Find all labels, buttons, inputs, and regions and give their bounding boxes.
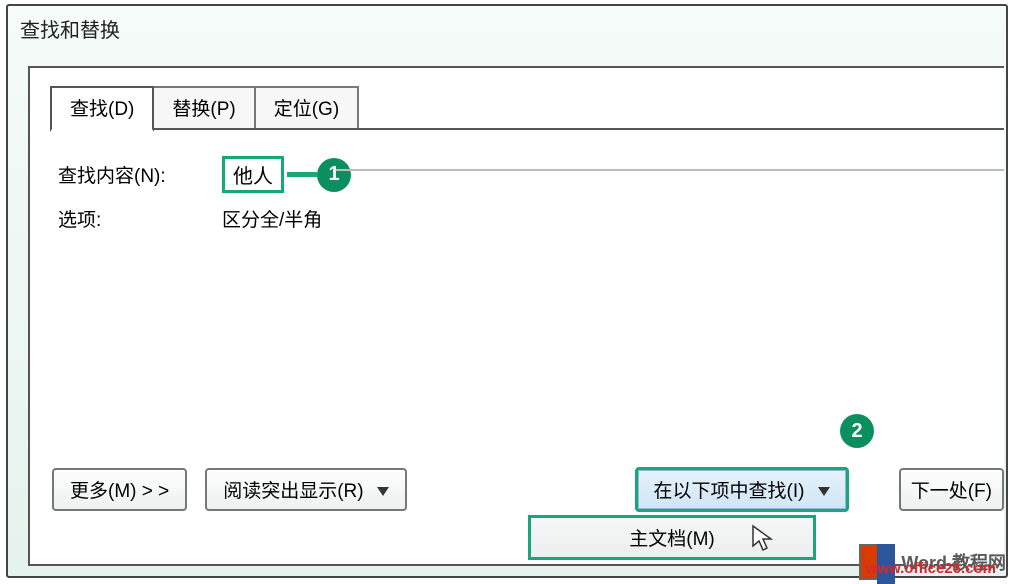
callout-2: 2 — [840, 414, 874, 448]
watermark: Word 教程网 www.office26.com — [859, 544, 1006, 580]
tab-underline — [50, 128, 1004, 130]
input-underline — [336, 169, 1004, 171]
tab-find[interactable]: 查找(D) — [50, 86, 154, 132]
watermark-line2: www.office26.com — [866, 560, 996, 577]
titlebar: 查找和替换 — [8, 6, 1006, 50]
find-content-input[interactable]: 他人 — [222, 156, 284, 193]
find-content-label: 查找内容(N): — [58, 161, 198, 188]
menu-item-main-document[interactable]: 主文档(M) — [629, 524, 714, 551]
window-title: 查找和替换 — [20, 14, 120, 43]
tab-goto[interactable]: 定位(G) — [254, 86, 359, 129]
callout-1: 1 — [287, 158, 351, 192]
chevron-down-icon — [818, 487, 830, 496]
chevron-down-icon — [377, 487, 389, 496]
form-area: 查找内容(N): 他人 1 选项: 区分全/半角 — [58, 156, 1004, 232]
cursor-icon — [751, 524, 775, 554]
dialog-window: 查找和替换 查找(D) 替换(P) 定位(G) 查找内容(N): 他人 — [6, 4, 1008, 578]
find-next-button[interactable]: 下一处(F) — [899, 468, 1004, 511]
find-in-button[interactable]: 在以下项中查找(I) — [635, 467, 849, 512]
options-label: 选项: — [58, 205, 198, 232]
more-button[interactable]: 更多(M) > > — [52, 468, 187, 511]
reading-highlight-button[interactable]: 阅读突出显示(R) — [205, 468, 407, 511]
button-bar: 更多(M) > > 阅读突出显示(R) 在以下项中查找(I) 2 下一处(F) — [52, 467, 1004, 512]
tab-strip: 查找(D) 替换(P) 定位(G) — [50, 86, 1014, 129]
tab-replace[interactable]: 替换(P) — [152, 86, 255, 129]
find-in-menu: 主文档(M) — [528, 515, 816, 560]
options-value: 区分全/半角 — [222, 205, 322, 232]
dialog-body: 查找(D) 替换(P) 定位(G) 查找内容(N): 他人 1 — [28, 66, 1004, 566]
